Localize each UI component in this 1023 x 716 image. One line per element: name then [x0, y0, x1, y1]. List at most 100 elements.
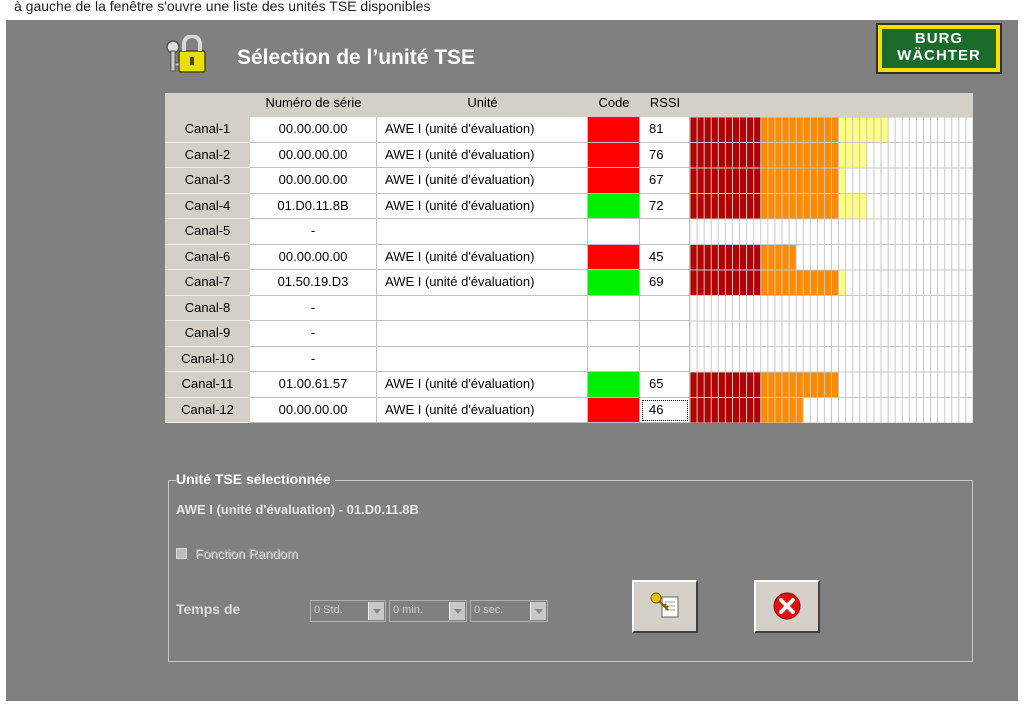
rssi-bar-segment [725, 142, 733, 168]
channel-label: Canal-8 [165, 295, 250, 321]
serial-cell[interactable]: 01.50.19.D3 [250, 270, 377, 296]
unit-cell[interactable] [377, 219, 588, 245]
rssi-bar-segment [810, 270, 818, 296]
unit-cell[interactable] [377, 321, 588, 347]
unit-cell[interactable]: AWE I (unité d'évaluation) [377, 397, 588, 423]
padlock-keys-icon [166, 35, 206, 73]
channel-label: Canal-10 [165, 346, 250, 372]
rssi-bar-segment [725, 270, 733, 296]
rssi-bar-segment [831, 372, 839, 398]
rssi-bar-segment [704, 372, 712, 398]
rssi-bar-segment [881, 117, 889, 143]
key-document-icon [650, 592, 679, 618]
code-cell[interactable] [588, 117, 640, 143]
rssi-bar-segment [866, 117, 874, 143]
rssi-bar-segment [704, 117, 712, 143]
code-cell[interactable] [588, 372, 640, 398]
rssi-bar-segment [725, 372, 733, 398]
serial-cell[interactable]: 00.00.00.00 [250, 244, 377, 270]
rssi-bar-segment [725, 244, 733, 270]
rssi-bar-segment [831, 117, 839, 143]
hours-select[interactable]: 0 Std. [310, 600, 386, 622]
unit-cell[interactable]: AWE I (unité d'évaluation) [377, 168, 588, 194]
rssi-cell[interactable]: 69 [640, 270, 690, 296]
serial-cell[interactable]: 00.00.00.00 [250, 168, 377, 194]
rssi-bar-segment [796, 117, 804, 143]
page-title: Sélection de l’unité TSE [237, 46, 476, 69]
rssi-bar-segment [774, 193, 782, 219]
serial-cell[interactable]: - [250, 295, 377, 321]
seconds-select[interactable]: 0 sec. [470, 600, 548, 622]
rssi-bar-segment [831, 193, 839, 219]
rssi-bar-segment [774, 397, 782, 423]
rssi-cell[interactable]: 76 [640, 142, 690, 168]
unit-cell[interactable] [377, 346, 588, 372]
unit-cell[interactable]: AWE I (unité d'évaluation) [377, 117, 588, 143]
serial-cell[interactable]: - [250, 219, 377, 245]
code-cell[interactable] [588, 321, 640, 347]
rssi-bar-segment [718, 397, 726, 423]
rssi-cell[interactable] [640, 346, 690, 372]
code-cell[interactable] [588, 193, 640, 219]
rssi-bar-segment [760, 372, 768, 398]
rssi-bar-segment [732, 142, 740, 168]
rssi-bar-segment [789, 244, 797, 270]
rssi-bar-segment [781, 168, 790, 194]
code-cell[interactable] [588, 397, 640, 423]
rssi-bar-segment [711, 168, 719, 194]
checkbox-box[interactable] [176, 548, 187, 559]
rssi-bar-segment [690, 117, 698, 143]
channel-label: Canal-1 [165, 117, 250, 143]
rssi-cell[interactable]: 46 [640, 397, 690, 423]
unit-cell[interactable] [377, 295, 588, 321]
rssi-cell[interactable]: 72 [640, 193, 690, 219]
unit-cell[interactable]: AWE I (unité d'évaluation) [377, 372, 588, 398]
code-cell[interactable] [588, 244, 640, 270]
rssi-cell[interactable] [640, 295, 690, 321]
chevron-down-icon[interactable] [449, 602, 465, 620]
rssi-bar-segment [831, 270, 839, 296]
unit-cell[interactable]: AWE I (unité d'évaluation) [377, 270, 588, 296]
rssi-cell[interactable]: 67 [640, 168, 690, 194]
serial-cell[interactable]: 00.00.00.00 [250, 142, 377, 168]
rssi-bar-segment [774, 372, 782, 398]
rssi-cell[interactable]: 81 [640, 117, 690, 143]
code-cell[interactable] [588, 168, 640, 194]
rssi-cell[interactable]: 45 [640, 244, 690, 270]
serial-cell[interactable]: 00.00.00.00 [250, 397, 377, 423]
code-cell[interactable] [588, 346, 640, 372]
rssi-cell[interactable] [640, 219, 690, 245]
header-unit: Unité [377, 93, 588, 117]
code-cell[interactable] [588, 270, 640, 296]
code-cell[interactable] [588, 142, 640, 168]
rssi-bar-segment [838, 142, 846, 168]
serial-cell[interactable]: 01.D0.11.8B [250, 193, 377, 219]
rssi-bar-segment [845, 142, 853, 168]
chevron-down-icon[interactable] [530, 602, 546, 620]
serial-cell[interactable]: 01.00.61.57 [250, 372, 377, 398]
rssi-cell[interactable]: 65 [640, 372, 690, 398]
code-cell[interactable] [588, 219, 640, 245]
rssi-bar-segment [760, 193, 768, 219]
rssi-bar-segment [718, 270, 726, 296]
cancel-button[interactable] [754, 580, 820, 633]
serial-cell[interactable]: 00.00.00.00 [250, 117, 377, 143]
rssi-bar-segment [718, 372, 726, 398]
rssi-bar-segment [760, 270, 768, 296]
confirm-button[interactable] [632, 580, 698, 633]
rssi-cell[interactable] [640, 321, 690, 347]
unit-cell[interactable]: AWE I (unité d'évaluation) [377, 142, 588, 168]
minutes-select[interactable]: 0 min. [389, 600, 467, 622]
rssi-bar-segment [796, 142, 804, 168]
rssi-bar-segment [803, 142, 811, 168]
chevron-down-icon[interactable] [368, 602, 384, 620]
serial-cell[interactable]: - [250, 346, 377, 372]
serial-cell[interactable]: - [250, 321, 377, 347]
rssi-bar-segment [831, 168, 839, 194]
rssi-bar-segment [767, 168, 775, 194]
rssi-bar-segment [824, 193, 832, 219]
rssi-bar-segment [711, 193, 719, 219]
unit-cell[interactable]: AWE I (unité d'évaluation) [377, 244, 588, 270]
unit-cell[interactable]: AWE I (unité d'évaluation) [377, 193, 588, 219]
code-cell[interactable] [588, 295, 640, 321]
